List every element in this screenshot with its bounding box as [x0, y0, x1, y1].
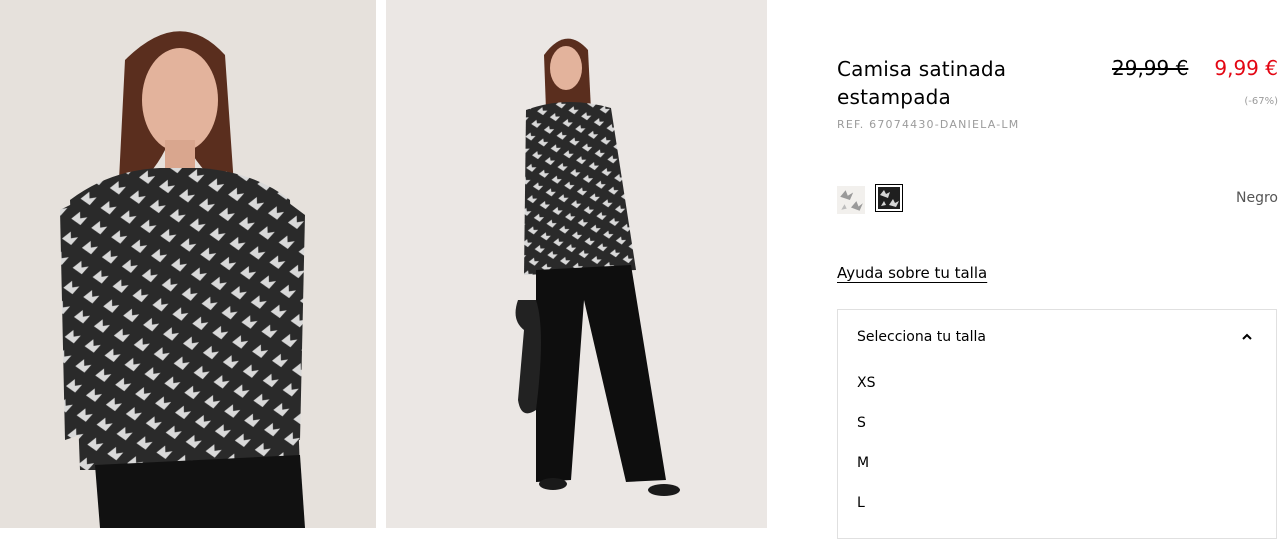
product-info-panel: Camisa satinada estampada REF. 67074430-… [837, 0, 1285, 539]
color-swatches [837, 184, 903, 214]
discount-badge: (-67%) [1244, 96, 1278, 107]
original-price: 29,99 € [1112, 56, 1189, 80]
model-fullbody-illustration [386, 0, 767, 528]
size-option-xs[interactable]: XS [857, 375, 875, 391]
product-image-front[interactable] [0, 0, 376, 528]
black-print-pattern-icon [878, 187, 900, 209]
selected-color-label: Negro [1236, 190, 1278, 206]
chevron-up-icon[interactable] [1240, 330, 1254, 344]
size-dropdown-placeholder[interactable]: Selecciona tu talla [857, 329, 986, 345]
white-print-pattern-icon [837, 186, 865, 214]
color-swatch-white[interactable] [837, 186, 865, 214]
size-option-s[interactable]: S [857, 415, 866, 431]
size-option-l[interactable]: L [857, 495, 865, 511]
size-help-link[interactable]: Ayuda sobre tu talla [837, 264, 987, 282]
model-closeup-illustration [0, 0, 376, 528]
size-option-m[interactable]: M [857, 455, 869, 471]
sale-price: 9,99 € [1214, 56, 1278, 80]
size-dropdown[interactable]: Selecciona tu talla XS S M L [837, 309, 1277, 539]
product-image-full-body[interactable] [386, 0, 767, 528]
product-title: Camisa satinada estampada [837, 57, 1007, 109]
color-swatch-black[interactable] [875, 184, 903, 212]
product-reference: REF. 67074430-DANIELA-LM [837, 118, 1020, 131]
